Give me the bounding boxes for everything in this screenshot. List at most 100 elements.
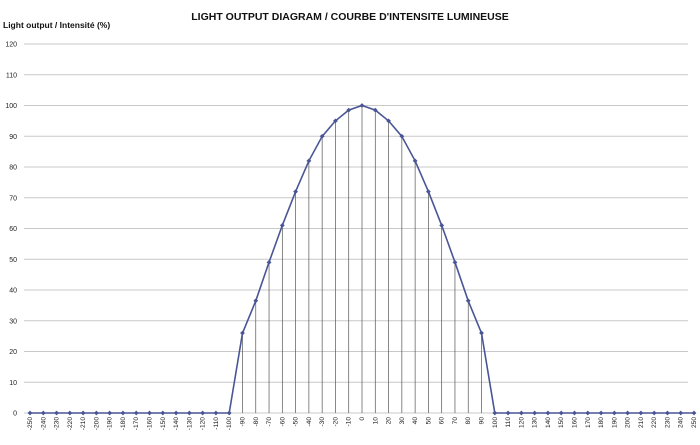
y-tick-label: 10 xyxy=(9,380,17,387)
y-tick-labels: 0 10 20 30 40 50 60 70 80 90 100 110 120 xyxy=(5,42,17,418)
x-tick-label: 190 xyxy=(611,417,618,428)
x-tick-label: -10 xyxy=(346,417,353,427)
x-tick-label: 120 xyxy=(518,417,525,428)
y-tick-label: 40 xyxy=(9,288,17,295)
data-point xyxy=(359,103,365,108)
x-tick-label: -30 xyxy=(319,417,326,427)
x-tick-label: 180 xyxy=(598,417,605,428)
data-point xyxy=(572,410,577,416)
y-tick-label: 120 xyxy=(5,42,17,49)
x-tick-label: -90 xyxy=(239,417,246,427)
chart-plot: 0102030405060708090100110120 -250 -240 -23… xyxy=(5,42,698,431)
x-tick-label: -170 xyxy=(133,417,140,431)
x-tick-label: 10 xyxy=(372,417,379,425)
x-tick-label: 140 xyxy=(545,417,552,428)
x-tick-label: 0 xyxy=(359,417,366,421)
x-tick-label: 240 xyxy=(678,417,685,428)
x-tick-label: -20 xyxy=(332,417,339,427)
data-point xyxy=(147,410,152,416)
y-tick-label: 100 xyxy=(5,103,17,110)
x-tick-labels: -250 -240 -230 -220 -210 -200 -190 -180 -170 -160… xyxy=(27,417,698,431)
data-point xyxy=(426,189,431,194)
x-tick-label: -120 xyxy=(200,417,207,431)
x-tick-label: -160 xyxy=(147,417,154,431)
x-tick-label: -200 xyxy=(93,417,100,431)
data-point xyxy=(452,259,458,265)
data-point xyxy=(558,410,564,416)
x-tick-label: 40 xyxy=(412,417,419,425)
data-point xyxy=(27,410,33,416)
data-point xyxy=(200,410,206,416)
data-point xyxy=(160,410,166,416)
x-tick-label: 210 xyxy=(638,417,645,428)
data-point xyxy=(678,410,684,416)
y-tick-label: 20 xyxy=(9,349,17,356)
y-tick-label: 0 xyxy=(13,411,17,418)
data-point xyxy=(120,410,126,416)
data-point xyxy=(545,410,551,416)
data-point xyxy=(133,410,139,416)
data-point xyxy=(625,410,630,416)
x-tick-label: -210 xyxy=(80,417,87,431)
data-point xyxy=(266,259,272,265)
y-tick-label: 110 xyxy=(6,72,17,79)
x-tick-label: -70 xyxy=(266,417,273,427)
x-tick-label: 100 xyxy=(492,417,499,428)
x-tick-label: 20 xyxy=(386,417,393,425)
data-point xyxy=(253,298,259,304)
data-point xyxy=(173,410,179,416)
x-tick-label: 90 xyxy=(479,417,486,425)
x-tick-label: -100 xyxy=(226,417,233,431)
data-point xyxy=(665,410,670,416)
x-tick-label: 170 xyxy=(585,417,592,428)
data-point xyxy=(439,223,445,228)
x-tick-label: 160 xyxy=(571,417,578,428)
data-point xyxy=(94,410,99,416)
y-tick-label: 70 xyxy=(9,195,17,202)
data-point xyxy=(492,410,498,416)
x-tick-label: 220 xyxy=(651,417,658,428)
data-point xyxy=(585,410,591,416)
data-point xyxy=(611,410,617,416)
x-tick-label: 250 xyxy=(691,417,698,428)
data-point xyxy=(226,410,232,416)
data-point xyxy=(67,410,73,416)
data-point xyxy=(638,410,644,416)
data-point xyxy=(107,410,113,416)
y-tick-label: 90 xyxy=(9,134,17,141)
data-point xyxy=(518,410,524,416)
x-tick-label: -110 xyxy=(213,417,220,430)
y-tick-label: 60 xyxy=(9,226,17,233)
x-tick-label: -180 xyxy=(120,417,127,431)
x-tick-label: 30 xyxy=(399,417,406,425)
x-tick-label: -40 xyxy=(306,417,313,427)
x-tick-label: -140 xyxy=(173,417,180,431)
data-point xyxy=(40,410,46,416)
data-point xyxy=(651,410,657,416)
data-point xyxy=(465,298,471,304)
data-point xyxy=(691,410,697,416)
data-point xyxy=(213,410,219,416)
x-tick-label: 80 xyxy=(465,417,472,425)
x-tick-label: 200 xyxy=(625,417,632,428)
x-tick-label: 110 xyxy=(505,417,512,428)
x-tick-label: 150 xyxy=(558,417,565,428)
x-tick-label: 50 xyxy=(425,417,432,425)
y-tick-label: 80 xyxy=(9,165,17,172)
data-point xyxy=(240,330,245,336)
x-tick-label: -190 xyxy=(107,417,114,431)
gridlines xyxy=(24,43,688,414)
data-point xyxy=(80,410,86,416)
x-tick-label: -220 xyxy=(67,417,74,431)
data-point xyxy=(598,410,604,416)
x-tick-label: -150 xyxy=(160,417,167,431)
x-tick-label: 70 xyxy=(452,417,459,425)
data-point xyxy=(505,410,511,416)
x-tick-label: -50 xyxy=(293,417,300,427)
x-tick-label: 230 xyxy=(664,417,671,428)
x-tick-label: -60 xyxy=(279,417,286,427)
x-tick-label: -80 xyxy=(253,417,260,427)
x-tick-label: -230 xyxy=(54,417,61,431)
y-tick-label: 50 xyxy=(9,257,17,264)
data-point xyxy=(293,189,298,194)
